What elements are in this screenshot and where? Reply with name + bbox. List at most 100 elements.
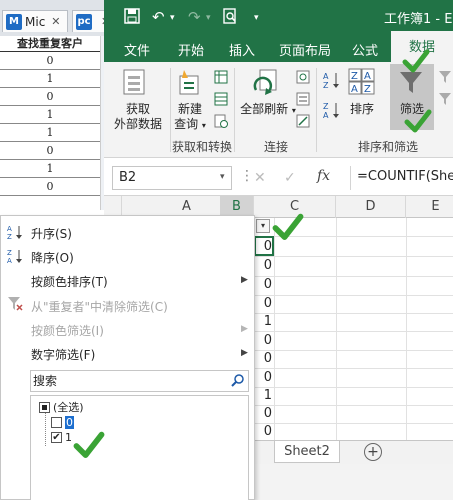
svg-text:A: A (351, 84, 358, 95)
more-options-icon[interactable]: ⋮ (240, 168, 254, 184)
print-preview-icon[interactable] (222, 8, 238, 28)
app-logo-icon: pc (76, 13, 92, 30)
recent-sources-icon[interactable] (214, 114, 228, 131)
menu-item-sort-descending[interactable]: 降序(O) (31, 249, 74, 266)
sort-descending-icon[interactable]: ZA (322, 100, 340, 123)
sort-button[interactable]: 排序 (344, 102, 380, 117)
sort-dialog-icon[interactable]: ZAAZ (348, 68, 376, 99)
reapply-icon[interactable] (438, 92, 452, 109)
insert-function-button[interactable]: fx (317, 168, 330, 184)
submenu-arrow-icon: ▶ (241, 348, 248, 358)
connections-icon[interactable] (296, 70, 310, 87)
cell-b11[interactable]: 0 (262, 406, 272, 421)
search-field[interactable] (30, 370, 249, 392)
menu-item-sort-ascending[interactable]: 升序(S) (31, 225, 72, 242)
undo-dropdown-icon[interactable]: ▾ (170, 13, 175, 23)
sheet-tab-bar: Sheet2 + (254, 440, 453, 464)
menu-item-sort-by-color[interactable]: 按颜色排序(T) (31, 273, 108, 290)
sort-ascending-icon[interactable]: AZ (322, 70, 340, 93)
enter-icon[interactable]: ✓ (284, 170, 296, 186)
cell-b9[interactable]: 0 (262, 370, 272, 385)
cell-b2[interactable]: 0 (262, 239, 272, 254)
grid-line (254, 331, 453, 332)
grid-line (254, 423, 453, 424)
name-box[interactable]: B2 (112, 166, 232, 190)
cell-b3[interactable]: 0 (262, 258, 272, 273)
group-divider (316, 68, 317, 152)
tab-file[interactable]: 文件 (124, 40, 150, 59)
checklist-item-1[interactable]: ✔ 1 (51, 430, 72, 444)
checkbox-checked[interactable]: ✔ (51, 431, 62, 443)
svg-text:Z: Z (323, 102, 329, 111)
grid-line (406, 218, 407, 440)
group-label-sort-filter: 排序和筛选 (358, 140, 419, 154)
formula-input[interactable]: =COUNTIF(Shee (350, 166, 453, 190)
table-row: 0 (0, 178, 100, 196)
save-icon[interactable] (124, 8, 140, 28)
browser-tab-title: Mic (25, 14, 46, 29)
add-sheet-button[interactable]: + (364, 443, 382, 461)
tab-insert[interactable]: 插入 (229, 40, 255, 59)
filter-dropdown-button[interactable]: ▾ (256, 219, 270, 233)
submenu-arrow-icon: ▶ (241, 275, 248, 285)
checklist-item-select-all[interactable]: (全选) (39, 400, 84, 414)
cell-b10[interactable]: 1 (262, 388, 272, 403)
grid-line (336, 218, 337, 440)
tab-page-layout[interactable]: 页面布局 (279, 40, 331, 59)
window-title: 工作簿1 - E (384, 12, 453, 27)
tab-formulas[interactable]: 公式 (352, 40, 378, 59)
tab-home[interactable]: 开始 (178, 40, 204, 59)
svg-text:Z: Z (7, 249, 12, 257)
grid-line (254, 350, 453, 351)
svg-text:Z: Z (351, 71, 358, 82)
redo-dropdown-icon[interactable]: ▾ (206, 13, 211, 23)
table-row: 0 (0, 142, 100, 160)
submenu-arrow-icon: ▶ (241, 324, 248, 334)
title-bar: ↶ ▾ ↷ ▾ ▾ 工作簿1 - E (104, 0, 453, 34)
column-header-d[interactable]: D (336, 196, 406, 218)
show-queries-icon[interactable] (214, 70, 228, 87)
checkbox-partial[interactable] (39, 401, 50, 413)
new-query-icon[interactable] (176, 68, 202, 101)
refresh-all-button[interactable]: 全部刷新 ▾ (238, 102, 298, 118)
cancel-icon[interactable]: ✕ (254, 170, 266, 186)
table-header: 查找重复客户 (0, 36, 100, 52)
sheet-tab-sheet2[interactable]: Sheet2 (274, 441, 340, 463)
get-external-data-icon[interactable] (122, 68, 148, 101)
browser-tab-mic[interactable]: M Mic ✕ (2, 10, 68, 32)
table-row: 0 (0, 52, 100, 70)
clear-icon[interactable] (438, 70, 452, 87)
new-query-button[interactable]: 新建 查询 ▾ (168, 102, 212, 133)
cell-b7[interactable]: 0 (262, 333, 272, 348)
checklist-item-0[interactable]: 0 (51, 415, 74, 429)
chevron-down-icon[interactable]: ▾ (220, 166, 225, 188)
cell-b8[interactable]: 0 (262, 351, 272, 366)
cell-b4[interactable]: 0 (262, 277, 272, 292)
cell-b6[interactable]: 1 (262, 314, 272, 329)
edit-links-icon[interactable] (296, 114, 310, 131)
grid-line (274, 218, 275, 440)
svg-text:A: A (323, 111, 329, 120)
undo-icon[interactable]: ↶ (152, 8, 165, 26)
refresh-all-icon[interactable] (250, 68, 280, 101)
group-label-get-transform: 获取和转换 (172, 140, 233, 154)
cell-b5[interactable]: 0 (262, 296, 272, 311)
customize-toolbar-icon[interactable]: ▾ (254, 13, 259, 23)
cell-b12[interactable]: 0 (262, 424, 272, 439)
table-row: 1 (0, 70, 100, 88)
redo-icon[interactable]: ↷ (188, 8, 201, 26)
search-input[interactable] (33, 373, 223, 389)
check-mark-icon (272, 212, 304, 247)
checkbox-unchecked[interactable] (51, 416, 62, 428)
from-table-icon[interactable] (214, 92, 228, 109)
grid-line (254, 295, 453, 296)
get-external-data-button[interactable]: 获取 外部数据 (108, 102, 168, 132)
properties-icon[interactable] (296, 92, 310, 109)
column-header-e[interactable]: E (406, 196, 453, 218)
search-icon[interactable] (231, 373, 245, 390)
new-query-label-2: 查询 (174, 117, 199, 131)
svg-text:A: A (323, 72, 329, 81)
close-icon[interactable]: ✕ (51, 15, 60, 28)
table-row: 1 (0, 160, 100, 178)
menu-item-number-filters[interactable]: 数字筛选(F) (31, 346, 95, 363)
